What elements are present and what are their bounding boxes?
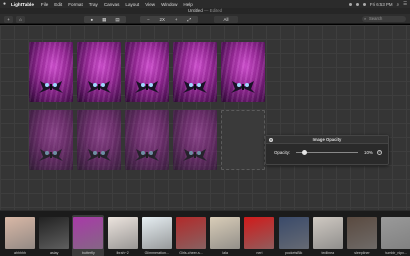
opacity-slider[interactable]	[296, 149, 358, 155]
thumb-label: asiay	[49, 251, 59, 255]
thumb-label: tumblr_nlpx...	[385, 251, 407, 255]
filmstrip-thumb[interactable]: tumblr_nlpx...	[380, 215, 410, 256]
thumb-image	[176, 217, 206, 249]
menu-app-name[interactable]: LightTable	[11, 2, 34, 7]
fit-icon[interactable]: ⤢	[187, 16, 191, 23]
close-icon[interactable]: ×	[269, 138, 273, 142]
canvas-photo[interactable]	[173, 110, 217, 170]
thumb-label: Ibrah~2	[116, 251, 129, 255]
arrange-icon[interactable]: ●	[91, 16, 94, 23]
thumb-label: ahhhhh	[14, 251, 26, 255]
share-icon: ⌂	[19, 16, 22, 22]
menu-canvas[interactable]: Canvas	[104, 2, 120, 7]
status-area: Fri 6:53 PM ⌕ ☰	[348, 0, 407, 8]
filmstrip-thumb[interactable]: Ibrah~2	[107, 215, 139, 256]
thumb-image	[107, 217, 138, 249]
thumb-image	[210, 217, 241, 249]
all-button[interactable]: All	[214, 15, 238, 23]
menu-window[interactable]: Window	[161, 2, 177, 7]
zoom-in-icon[interactable]: +	[175, 16, 178, 23]
filmstrip-thumb[interactable]: Girls-cheer-s...	[175, 215, 207, 256]
filmstrip-thumb[interactable]: pocketsBlk	[278, 215, 310, 256]
thumb-label: sleepliner	[354, 251, 370, 255]
opacity-row: Opacity: 10% ↺	[274, 149, 386, 155]
filmstrip-thumb[interactable]: asiay	[38, 215, 70, 256]
slider-knob[interactable]	[301, 149, 307, 155]
plus-icon: +	[7, 16, 10, 22]
filmstrip-thumb[interactable]: sleepliner	[346, 215, 378, 256]
menu-format[interactable]: Format	[68, 2, 83, 7]
volume-icon[interactable]	[362, 2, 366, 6]
tile-icon[interactable]: ▤	[115, 16, 119, 23]
filmstrip-thumb[interactable]: ahhhhh	[4, 215, 36, 256]
share-button[interactable]: ⌂	[16, 15, 25, 23]
opacity-value: 10%	[364, 149, 373, 155]
image-opacity-panel: × Image Opacity Opacity: 10% ↺	[265, 135, 389, 165]
menu-view[interactable]: View	[145, 2, 155, 7]
add-button[interactable]: +	[4, 15, 13, 23]
menu-bar: ● LightTable File Edit Format Tray Canva…	[0, 0, 410, 8]
zoom-group: − 2X + ⤢	[140, 15, 198, 23]
reset-icon[interactable]: ↺	[377, 149, 382, 155]
canvas-photo[interactable]	[173, 42, 217, 102]
filmstrip-thumb[interactable]: butterfly	[72, 215, 105, 256]
notification-icon[interactable]: ☰	[403, 1, 407, 7]
panel-title: Image Opacity	[312, 137, 342, 142]
spotlight-icon[interactable]: ⌕	[397, 2, 399, 7]
filmstrip-thumb[interactable]: Glimmeration...	[141, 215, 173, 256]
canvas[interactable]: × Image Opacity Opacity: 10% ↺	[0, 25, 410, 210]
edited-indicator: — Edited	[204, 8, 223, 13]
opacity-label: Opacity:	[274, 149, 291, 155]
thumb-image	[312, 217, 343, 249]
zoom-label[interactable]: 2X	[160, 16, 165, 23]
canvas-photo[interactable]	[77, 42, 121, 102]
thumb-label: lala	[222, 251, 228, 255]
canvas-photo[interactable]	[221, 110, 265, 170]
canvas-photo[interactable]	[221, 42, 265, 102]
thumb-label: Girls-cheer-s...	[179, 251, 203, 255]
window-title: Untitled	[187, 8, 203, 13]
menu-edit[interactable]: Edit	[54, 2, 62, 7]
filmstrip-thumb[interactable]: lala	[209, 215, 241, 256]
thumb-image	[347, 217, 377, 249]
thumb-image	[381, 217, 410, 249]
thumb-image	[278, 217, 309, 249]
thumb-image	[39, 217, 70, 249]
search-placeholder: Search	[369, 16, 383, 21]
canvas-photo[interactable]	[29, 110, 73, 170]
thumb-image	[141, 217, 172, 249]
filmstrip: ahhhhh asiay butterfly Ibrah~2 Glimmeration.…	[0, 210, 410, 256]
menu-file[interactable]: File	[41, 2, 48, 7]
canvas-photo[interactable]	[29, 42, 73, 102]
arrange-group: ● ▦ ▤	[84, 15, 126, 23]
canvas-photo[interactable]	[77, 110, 121, 170]
search-icon: ⌕	[364, 16, 367, 21]
panel-title-bar: × Image Opacity	[266, 136, 388, 144]
status-icon[interactable]	[348, 2, 352, 6]
thumb-label: pocketsBlk	[284, 251, 303, 255]
thumb-image	[73, 217, 104, 249]
thumb-image	[5, 217, 35, 249]
wifi-icon[interactable]	[355, 2, 359, 6]
search-input[interactable]: ⌕ Search	[362, 16, 406, 22]
clock[interactable]: Fri 6:53 PM	[370, 2, 393, 7]
thumb-label: Glimmeration...	[144, 251, 169, 255]
apple-menu-icon[interactable]: ●	[3, 1, 8, 7]
filmstrip-thumb[interactable]: neri	[243, 215, 275, 256]
thumb-label: neri	[256, 251, 263, 255]
toolbar: + ⌂ ● ▦ ▤ − 2X + ⤢ All ⌕ Search	[0, 14, 410, 24]
zoom-out-icon[interactable]: −	[147, 16, 150, 23]
all-label: All	[223, 16, 229, 22]
grid-icon[interactable]: ▦	[102, 16, 106, 23]
menu-tray[interactable]: Tray	[89, 2, 98, 7]
thumb-image	[244, 217, 275, 249]
menu-layout[interactable]: Layout	[125, 2, 139, 7]
filmstrip-thumb[interactable]: tedlinea	[312, 215, 344, 256]
thumb-label: tedlinea	[321, 251, 335, 255]
thumb-label: butterfly	[81, 251, 95, 255]
canvas-photo[interactable]	[125, 42, 169, 102]
menu-help[interactable]: Help	[183, 2, 192, 7]
canvas-photo[interactable]	[125, 110, 169, 170]
